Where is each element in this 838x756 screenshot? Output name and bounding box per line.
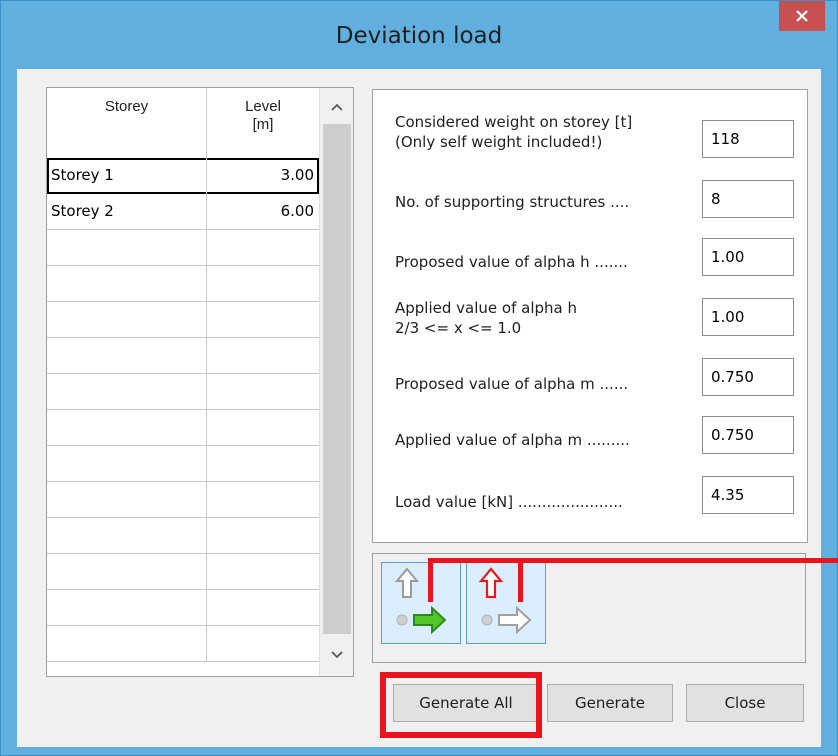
storey-level-cell[interactable]: 6.00 — [207, 194, 319, 230]
scroll-up-button[interactable] — [320, 92, 353, 122]
grid-scrollbar[interactable] — [319, 88, 353, 676]
weight-label-line1: Considered weight on storey [t] — [395, 113, 633, 131]
alpha-h-applied-label-line2: 2/3 <= x <= 1.0 — [395, 319, 522, 337]
vertical-direction-toggle[interactable] — [466, 562, 546, 644]
load-direction-panel — [372, 553, 806, 663]
storey-name-cell[interactable] — [47, 590, 207, 626]
storey-level-cell[interactable] — [207, 338, 319, 374]
horizontal-direction-toggle[interactable] — [381, 562, 461, 644]
storey-grid[interactable]: Storey Level [m] Storey 1 3.00 Storey 2 6.0… — [46, 87, 354, 677]
alpha-h-applied-label: Applied value of alpha h 2/3 <= x <= 1.0 — [395, 298, 577, 338]
scroll-thumb[interactable] — [323, 124, 351, 634]
storey-name-cell[interactable] — [47, 266, 207, 302]
storey-level-cell[interactable] — [207, 266, 319, 302]
chevron-up-icon — [331, 103, 343, 111]
load-value-field[interactable]: 4.35 — [702, 476, 794, 514]
storey-level-cell[interactable] — [207, 230, 319, 266]
storey-name-cell[interactable] — [47, 518, 207, 554]
storey-level-cell[interactable] — [207, 410, 319, 446]
alpha-h-proposed-field[interactable]: 1.00 — [702, 238, 794, 276]
alpha-h-applied-label-line1: Applied value of alpha h — [395, 299, 577, 317]
storey-name-cell[interactable] — [47, 482, 207, 518]
empty-table-row[interactable] — [47, 482, 319, 518]
dialog-window: Deviation load Storey Level [m] Storey 1… — [0, 0, 838, 756]
weight-label-line2: (Only self weight included!) — [395, 133, 603, 151]
storey-name-cell[interactable]: Storey 2 — [47, 194, 207, 230]
table-row[interactable]: Storey 1 3.00 — [47, 158, 319, 194]
supports-field[interactable]: 8 — [702, 180, 794, 218]
grid-rows: Storey 1 3.00 Storey 2 6.00 — [47, 158, 319, 662]
close-button[interactable]: Close — [686, 684, 804, 722]
title-bar[interactable]: Deviation load — [1, 1, 837, 69]
alpha-m-proposed-field[interactable]: 0.750 — [702, 358, 794, 396]
scroll-down-button[interactable] — [320, 640, 353, 670]
empty-table-row[interactable] — [47, 590, 319, 626]
column-header-level-unit: [m] — [252, 116, 274, 133]
storey-level-cell[interactable] — [207, 590, 319, 626]
vertical-arrow-icon — [478, 567, 532, 635]
dialog-title: Deviation load — [335, 23, 503, 49]
alpha-h-proposed-label: Proposed value of alpha h ....... — [395, 253, 628, 271]
storey-name-cell[interactable] — [47, 374, 207, 410]
alpha-m-applied-field[interactable]: 0.750 — [702, 416, 794, 454]
empty-table-row[interactable] — [47, 338, 319, 374]
storey-level-cell[interactable] — [207, 626, 319, 662]
empty-table-row[interactable] — [47, 302, 319, 338]
close-icon — [796, 10, 808, 22]
storey-level-cell[interactable] — [207, 518, 319, 554]
storey-name-cell[interactable]: Storey 1 — [47, 158, 207, 194]
chevron-down-icon — [331, 651, 343, 659]
storey-name-cell[interactable] — [47, 410, 207, 446]
storey-name-cell[interactable] — [47, 230, 207, 266]
load-parameters-panel: Considered weight on storey [t] (Only se… — [372, 89, 808, 543]
supports-label: No. of supporting structures .... — [395, 193, 630, 211]
table-row[interactable]: Storey 2 6.00 — [47, 194, 319, 230]
storey-name-cell[interactable] — [47, 302, 207, 338]
empty-table-row[interactable] — [47, 518, 319, 554]
load-value-label: Load value [kN] ...................... — [395, 493, 623, 511]
empty-table-row[interactable] — [47, 446, 319, 482]
column-header-storey[interactable]: Storey — [47, 88, 207, 158]
empty-table-row[interactable] — [47, 266, 319, 302]
horizontal-arrow-icon — [394, 567, 447, 635]
alpha-m-proposed-label: Proposed value of alpha m ...... — [395, 375, 629, 393]
empty-table-row[interactable] — [47, 374, 319, 410]
storey-level-cell[interactable] — [207, 554, 319, 590]
grid-header: Storey Level [m] — [47, 88, 319, 159]
empty-table-row[interactable] — [47, 230, 319, 266]
alpha-h-applied-field[interactable]: 1.00 — [702, 298, 794, 336]
alpha-m-applied-label: Applied value of alpha m ......... — [395, 431, 630, 449]
storey-level-cell[interactable] — [207, 374, 319, 410]
storey-level-cell[interactable] — [207, 482, 319, 518]
weight-label: Considered weight on storey [t] (Only se… — [395, 112, 632, 152]
storey-level-cell[interactable] — [207, 446, 319, 482]
storey-name-cell[interactable] — [47, 446, 207, 482]
weight-field[interactable]: 118 — [702, 120, 794, 158]
storey-name-cell[interactable] — [47, 338, 207, 374]
empty-table-row[interactable] — [47, 554, 319, 590]
column-header-level-line1: Level — [245, 98, 281, 115]
storey-level-cell[interactable] — [207, 302, 319, 338]
storey-name-cell[interactable] — [47, 554, 207, 590]
empty-table-row[interactable] — [47, 626, 319, 662]
storey-name-cell[interactable] — [47, 626, 207, 662]
storey-level-cell[interactable]: 3.00 — [207, 158, 319, 194]
empty-table-row[interactable] — [47, 410, 319, 446]
column-header-level[interactable]: Level [m] — [207, 88, 319, 158]
generate-all-button[interactable]: Generate All — [393, 684, 539, 722]
generate-button[interactable]: Generate — [547, 684, 673, 722]
window-close-button[interactable] — [779, 1, 825, 31]
dialog-body: Storey Level [m] Storey 1 3.00 Storey 2 6.0… — [17, 69, 821, 747]
